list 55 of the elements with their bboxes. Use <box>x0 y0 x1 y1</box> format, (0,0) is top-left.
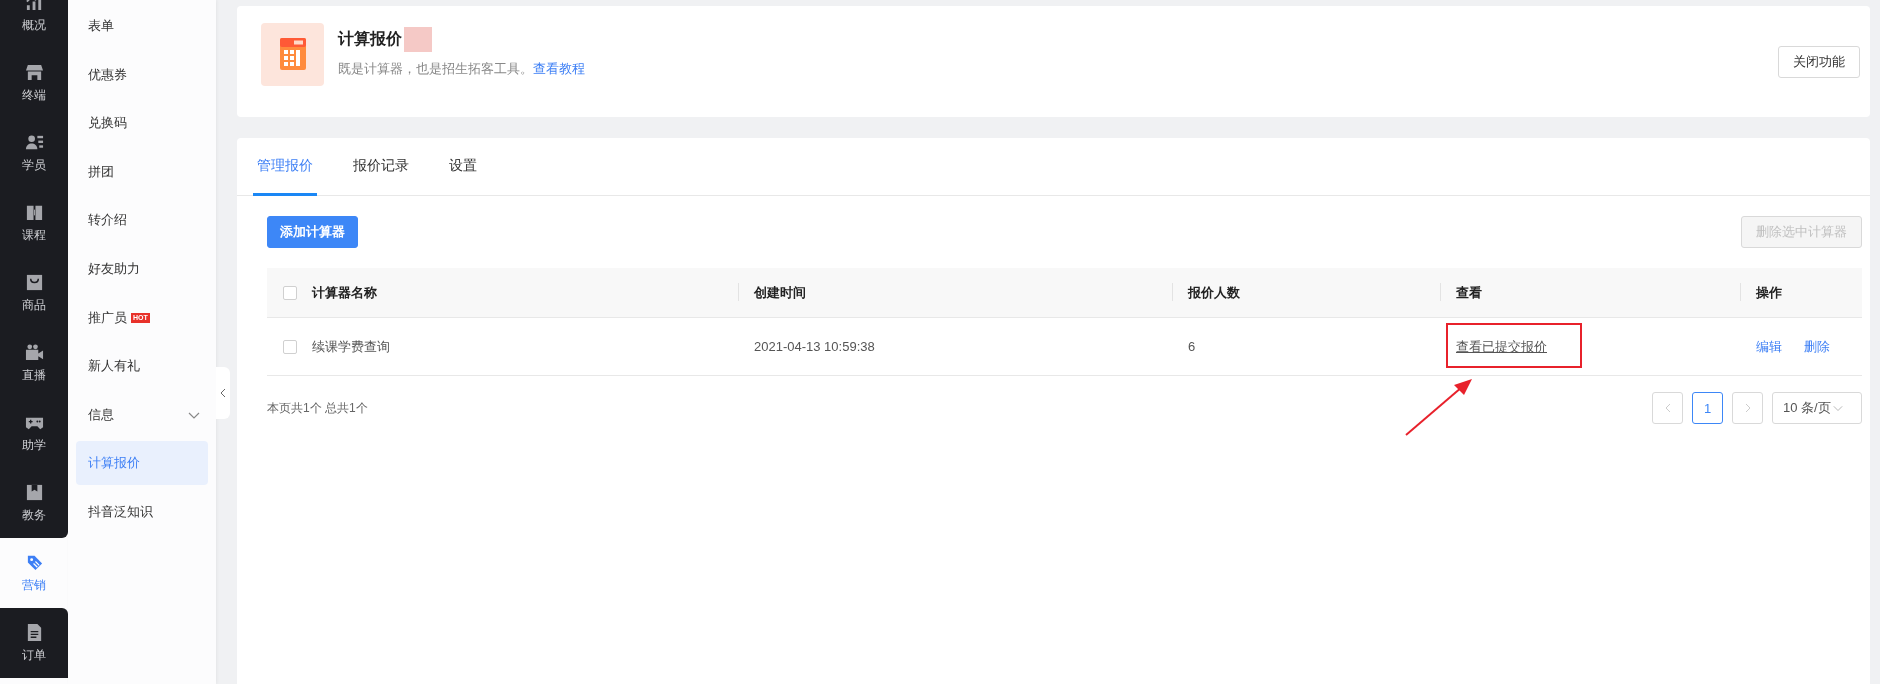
tutorial-link[interactable]: 查看教程 <box>533 61 585 76</box>
video-camera-icon <box>24 342 44 362</box>
table-cell: 续课学费查询 <box>312 337 390 356</box>
column-header: 计算器名称 <box>312 283 377 302</box>
column-header: 操作 <box>1756 283 1782 302</box>
page-size-select[interactable]: 10 条/页 <box>1772 392 1862 424</box>
chevron-down-icon <box>1832 403 1843 413</box>
description: 既是计算器，也是招生拓客工具。查看教程 <box>338 60 586 78</box>
action-link[interactable]: 删除 <box>1804 337 1830 356</box>
people-icon <box>24 132 44 152</box>
nav-rail-item[interactable]: 学员 <box>0 118 68 188</box>
sidebar-item[interactable]: 新人有礼 <box>76 344 208 389</box>
sidebar-item[interactable]: 信息 <box>76 392 208 437</box>
calculator-icon <box>261 22 324 86</box>
tab[interactable]: 设置 <box>445 138 481 196</box>
action-link[interactable]: 编辑 <box>1756 337 1782 356</box>
nav-rail-item[interactable]: 商品 <box>0 258 68 328</box>
sidebar-item[interactable]: 优惠券 <box>76 52 208 97</box>
close-feature-button[interactable]: 关闭功能 <box>1778 46 1860 78</box>
page-summary: 本页共1个 总共1个 <box>267 399 368 417</box>
nav-rail-item[interactable]: 终端 <box>0 48 68 118</box>
collapse-handle[interactable] <box>216 367 230 419</box>
nav-rail-item[interactable]: 直播 <box>0 328 68 398</box>
sidebar-item[interactable]: 抖音泛知识 <box>76 489 208 534</box>
chevron-left-icon <box>220 388 226 398</box>
column-header: 创建时间 <box>754 283 806 302</box>
blurred-block <box>404 27 432 52</box>
tab[interactable]: 报价记录 <box>349 138 413 196</box>
sidebar-item[interactable]: 兑换码 <box>76 101 208 146</box>
tab[interactable]: 管理报价 <box>253 138 317 196</box>
nav-rail-item[interactable]: 订单 <box>0 608 68 678</box>
column-header: 查看 <box>1456 283 1482 302</box>
sidebar-item[interactable]: 表单 <box>76 4 208 48</box>
sidebar-item[interactable]: 好友助力 <box>76 246 208 291</box>
page-title: 计算报价 <box>338 29 402 49</box>
table-cell: 6 <box>1188 339 1196 354</box>
sidebar-item[interactable]: 拼团 <box>76 149 208 194</box>
table-cell: 2021-04-13 10:59:38 <box>754 339 875 354</box>
checkbox[interactable] <box>283 339 297 354</box>
checkbox[interactable] <box>283 285 297 300</box>
view-quotes-link[interactable]: 查看已提交报价 <box>1456 337 1547 356</box>
bag-icon <box>24 272 44 292</box>
column-header: 报价人数 <box>1188 283 1240 302</box>
nav-rail-item[interactable]: 概况 <box>0 0 68 48</box>
nav-rail-item[interactable]: 课程 <box>0 188 68 258</box>
sidebar-item[interactable]: 转介绍 <box>76 198 208 243</box>
store-icon <box>24 62 44 82</box>
nav-rail-item[interactable]: 助学 <box>0 398 68 468</box>
page-button[interactable]: 1 <box>1692 392 1723 424</box>
add-calculator-button[interactable]: 添加计算器 <box>267 216 358 248</box>
arrow <box>1404 377 1474 437</box>
nav-rail-item[interactable]: 教务 <box>0 468 68 538</box>
chevron-left-icon <box>1664 403 1671 413</box>
chevron-right-icon <box>1744 403 1751 413</box>
box-icon <box>24 482 44 502</box>
